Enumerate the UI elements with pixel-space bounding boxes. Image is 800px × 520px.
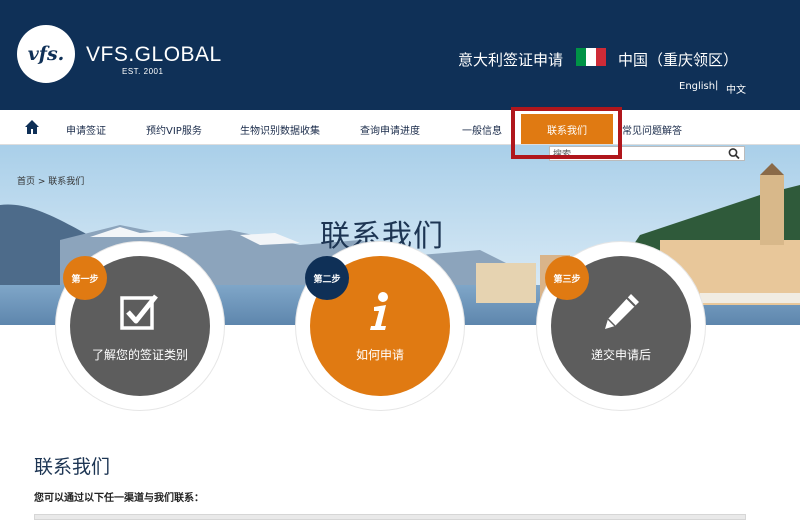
nav-item-track[interactable]: 查询申请进度 bbox=[360, 122, 420, 137]
brand-est: EST. 2001 bbox=[122, 67, 164, 76]
info-icon bbox=[370, 291, 388, 330]
visa-title: 意大利签证申请 bbox=[458, 51, 564, 69]
checkbox-icon bbox=[120, 293, 158, 330]
logo-text: vfs. bbox=[27, 43, 65, 65]
step-1-badge: 第一步 bbox=[63, 256, 107, 300]
main-nav: 申请签证 预约VIP服务 生物识别数据收集 查询申请进度 一般信息 常见问题解答 bbox=[0, 110, 800, 145]
lang-english-link[interactable]: English bbox=[679, 81, 715, 92]
home-icon[interactable] bbox=[24, 119, 40, 135]
nav-item-general-info[interactable]: 一般信息 bbox=[462, 122, 502, 137]
site-header: vfs. VFS.GLOBAL EST. 2001 意大利签证申请 中国（重庆领… bbox=[0, 0, 800, 110]
country-label: 中国（重庆领区） bbox=[618, 51, 739, 69]
lang-chinese-link[interactable]: 中文 bbox=[726, 81, 746, 96]
contact-subtitle: 您可以通过以下任一渠道与我们联系： bbox=[34, 493, 204, 504]
nav-item-vip[interactable]: 预约VIP服务 bbox=[146, 122, 202, 137]
step-3-badge: 第三步 bbox=[545, 256, 589, 300]
highlight-box bbox=[511, 107, 622, 159]
pencil-icon bbox=[605, 293, 639, 329]
step-1-label: 了解您的签证类别 bbox=[91, 347, 188, 362]
breadcrumb: 首页 > 联系我们 bbox=[17, 177, 85, 187]
nav-item-faq[interactable]: 常见问题解答 bbox=[622, 122, 682, 137]
lang-separator: | bbox=[715, 80, 719, 91]
nav-item-biometrics[interactable]: 生物识别数据收集 bbox=[240, 122, 320, 137]
contact-table bbox=[34, 514, 746, 520]
nav-item-apply-visa[interactable]: 申请签证 bbox=[66, 122, 106, 137]
search-icon[interactable] bbox=[726, 147, 742, 160]
contact-heading: 联系我们 bbox=[34, 456, 111, 478]
vfs-logo[interactable]: vfs. bbox=[17, 25, 75, 83]
brand-name: VFS.GLOBAL bbox=[86, 43, 222, 66]
step-2-badge: 第二步 bbox=[305, 256, 349, 300]
italy-flag-icon bbox=[576, 48, 606, 66]
step-3-label: 递交申请后 bbox=[590, 347, 651, 362]
step-2-label: 如何申请 bbox=[355, 347, 404, 362]
